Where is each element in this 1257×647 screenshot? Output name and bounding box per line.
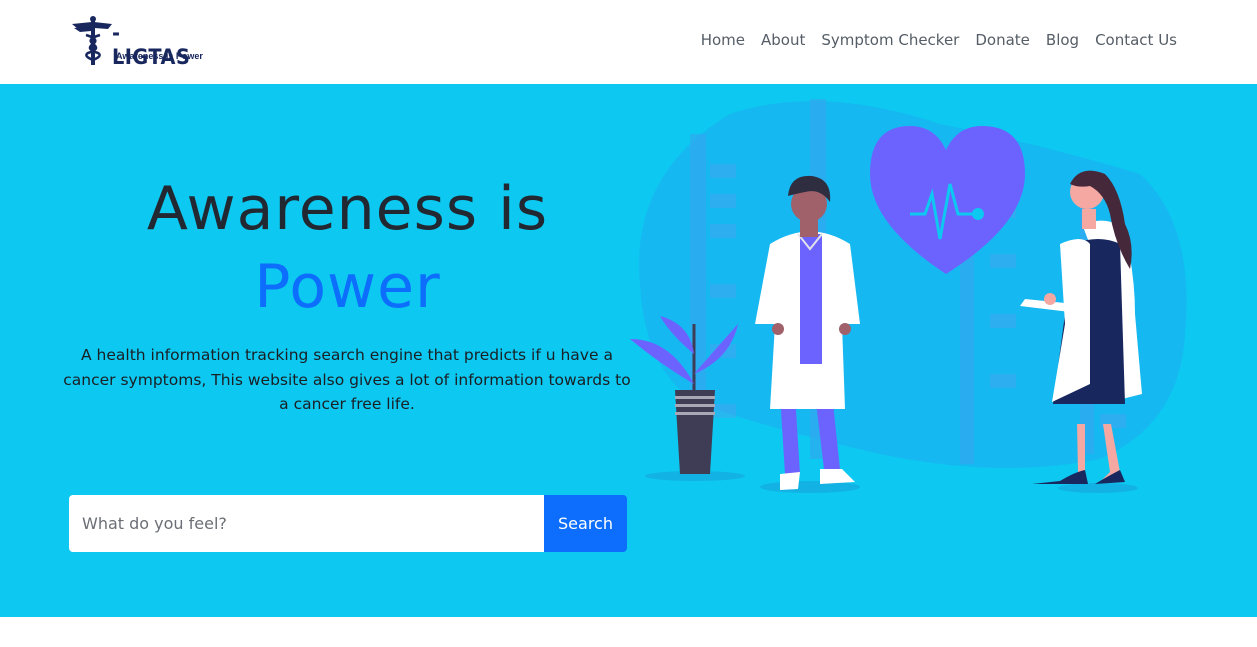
doctors-with-heart-illustration bbox=[630, 99, 1187, 493]
hero-title-line1: Awareness is bbox=[146, 174, 549, 244]
hero-title-accent: Power bbox=[254, 252, 441, 322]
caduceus-icon bbox=[72, 16, 112, 65]
nav-link-about[interactable]: About bbox=[761, 31, 805, 49]
brand-name: -LIGTAS bbox=[112, 21, 191, 69]
hero-title: Awareness is Power bbox=[70, 170, 625, 326]
brand-tagline: Awareness is Power bbox=[116, 51, 203, 61]
nav-link-contact-us[interactable]: Contact Us bbox=[1095, 31, 1177, 49]
navbar: -LIGTAS Awareness is Power Home About Sy… bbox=[0, 0, 1257, 84]
nav-link-home[interactable]: Home bbox=[701, 31, 745, 49]
hero-description: A health information tracking search eng… bbox=[63, 346, 631, 413]
search-button[interactable]: Search bbox=[544, 495, 627, 552]
hero-section: Awareness is Power A health information … bbox=[0, 84, 1257, 617]
search-input[interactable] bbox=[69, 495, 544, 552]
nav-link-blog[interactable]: Blog bbox=[1046, 31, 1079, 49]
search-form: Search bbox=[69, 495, 627, 552]
brand-logo[interactable]: -LIGTAS Awareness is Power bbox=[70, 15, 203, 69]
nav-link-donate[interactable]: Donate bbox=[975, 31, 1030, 49]
main-nav: Home About Symptom Checker Donate Blog C… bbox=[701, 31, 1177, 49]
nav-link-symptom-checker[interactable]: Symptom Checker bbox=[821, 31, 959, 49]
